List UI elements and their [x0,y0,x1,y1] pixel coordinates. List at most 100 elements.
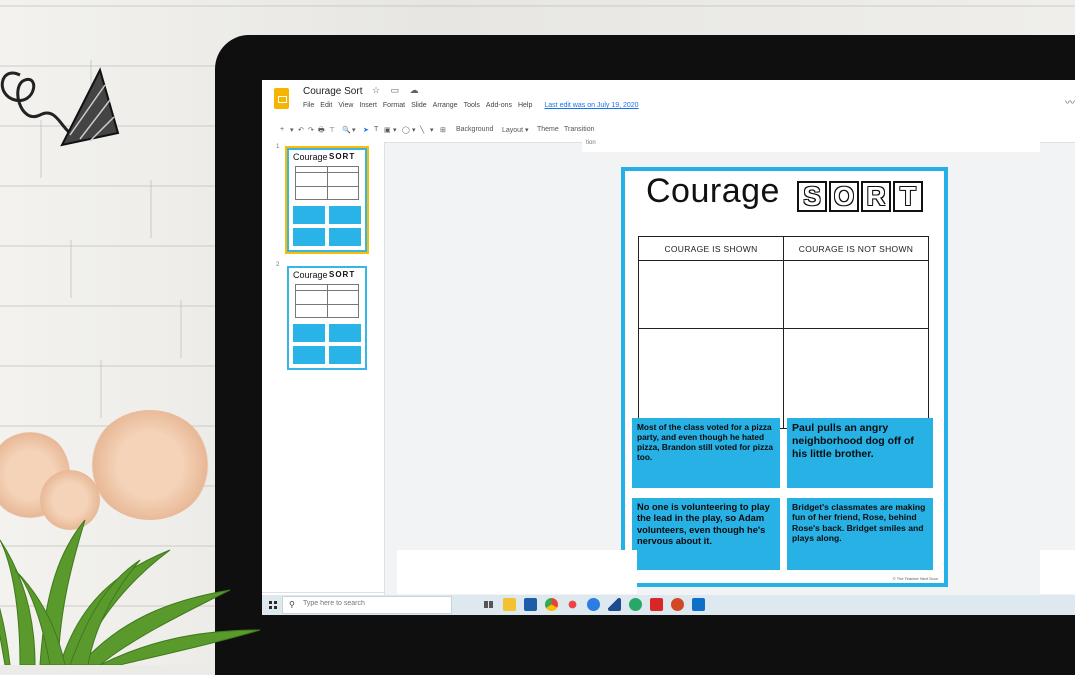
redo-icon[interactable]: ↷ [308,126,314,134]
slide-number: 1 [276,144,280,150]
menu-format[interactable]: Format [383,102,405,109]
menu-insert[interactable]: Insert [359,102,377,109]
new-slide-dropdown[interactable]: ▾ [290,126,294,134]
party-doodle-icon [0,67,120,147]
search-icon: ⚲ [289,600,295,609]
scenario-card[interactable]: Most of the class voted for a pizza part… [632,418,780,488]
menu-file[interactable]: File [303,102,314,109]
sort-letter: O [829,181,859,212]
sort-letter: T [893,181,923,212]
thumb-sort: SORT [329,270,356,279]
canvas-hint: tion [586,140,596,146]
thumb-card [329,324,361,342]
sort-letter: R [861,181,891,212]
task-view-icon[interactable] [482,598,495,611]
transition-button[interactable]: Transition [564,126,594,133]
mail-icon[interactable] [524,598,537,611]
screen: Courage Sort ☆ ▭ ☁ File Edit View Insert… [262,80,1075,615]
shape-dropdown[interactable]: ▾ [412,126,416,134]
media-icon[interactable] [608,598,621,611]
slide-number: 2 [276,262,280,268]
menu-slide[interactable]: Slide [411,102,427,109]
thumb-card [293,346,325,364]
filmstrip: 1 Courage SORT 2 Courage SORT ■■ ▦ ‹ [262,142,385,615]
menubar: File Edit View Insert Format Slide Arran… [303,102,639,109]
taskbar-search[interactable]: ⚲ [282,596,452,614]
powerpoint-icon[interactable] [671,598,684,611]
scenario-card[interactable]: Paul pulls an angry neighborhood dog off… [787,418,933,488]
thumb-table [295,284,359,318]
sort-table[interactable]: COURAGE IS SHOWN COURAGE IS NOT SHOWN [638,236,929,429]
thumb-table [295,166,359,200]
slide-thumbnail-2[interactable]: Courage SORT [287,266,367,370]
thumb-card [329,206,361,224]
table-divider [639,328,928,329]
print-icon[interactable]: 🖶 [318,126,325,137]
thumb-sort: SORT [329,152,356,161]
outlook-icon[interactable] [692,598,705,611]
theme-button[interactable]: Theme [537,126,559,133]
column-header-shown: COURAGE IS SHOWN [664,244,758,254]
thumb-title: Courage [293,152,328,162]
menu-view[interactable]: View [338,102,353,109]
thumb-card [329,346,361,364]
slides-logo-icon[interactable] [274,88,289,109]
image-dropdown[interactable]: ▾ [393,126,397,134]
column-header-not-shown: COURAGE IS NOT SHOWN [798,244,914,254]
speaker-notes-strip [582,140,1040,152]
table-divider [783,237,784,428]
brick-joint [150,180,152,238]
thumb-card [293,324,325,342]
windows-taskbar: ⚲ [262,595,1075,615]
thumb-card [293,228,325,246]
sort-letter: S [797,181,827,212]
line-dropdown[interactable]: ▾ [430,126,434,134]
photos-icon[interactable] [568,600,577,609]
zoom-icon[interactable]: 🔍 [342,126,351,134]
scenario-card[interactable]: Bridget's classmates are making fun of h… [787,498,933,570]
last-edit-link[interactable]: Last edit was on July 19, 2020 [544,102,638,109]
notes-area[interactable] [397,550,637,594]
chrome-icon[interactable] [545,598,558,611]
file-explorer-icon[interactable] [503,598,516,611]
slide-canvas[interactable]: Courage S O R T COURAGE IS SHOWN COURAGE… [621,167,948,587]
image-icon[interactable]: ▣ [384,126,391,134]
slide-title: Courage [646,172,780,210]
brick-joint [180,300,182,358]
brick-joint [100,360,102,418]
activity-icon[interactable]: 〰 [1065,94,1075,109]
comment-icon[interactable]: ⊞ [440,126,446,134]
menu-edit[interactable]: Edit [320,102,332,109]
brick-joint [70,240,72,298]
shape-icon[interactable]: ◯ [402,126,410,134]
slide-thumbnail-1[interactable]: Courage SORT [285,146,369,254]
notes-area-right [1040,550,1075,594]
taskbar-apps [482,598,705,611]
thumb-card [329,228,361,246]
scenario-card[interactable]: No one is volunteering to play the lead … [632,498,780,570]
zoom-dropdown[interactable]: ▾ [352,126,356,134]
menu-tools[interactable]: Tools [464,102,480,109]
edge-icon[interactable] [587,598,600,611]
menu-help[interactable]: Help [518,102,532,109]
layout-button[interactable]: Layout ▾ [502,126,528,134]
sort-letters: S O R T [797,181,923,212]
textbox-icon[interactable]: T [374,126,378,133]
chrome-2-icon[interactable] [629,598,642,611]
doc-title[interactable]: Courage Sort [303,86,362,97]
background-button[interactable]: Background [456,126,493,133]
table-divider [639,260,928,261]
acrobat-icon[interactable] [650,598,663,611]
undo-icon[interactable]: ↶ [298,126,304,134]
menu-arrange[interactable]: Arrange [433,102,458,109]
menu-addons[interactable]: Add-ons [486,102,512,109]
select-icon[interactable]: ➤ [363,126,369,134]
thumb-title: Courage [293,270,328,280]
paint-format-icon[interactable]: ⊤ [329,126,335,134]
line-icon[interactable]: ╲ [420,126,424,134]
star-folder-cloud-icons[interactable]: ☆ ▭ ☁ [372,85,423,96]
credit-text: © The Teacher Next Door [892,576,938,581]
search-input[interactable] [301,599,445,608]
new-slide-button[interactable]: + [280,126,284,133]
app-header: Courage Sort ☆ ▭ ☁ File Edit View Insert… [262,80,1075,122]
